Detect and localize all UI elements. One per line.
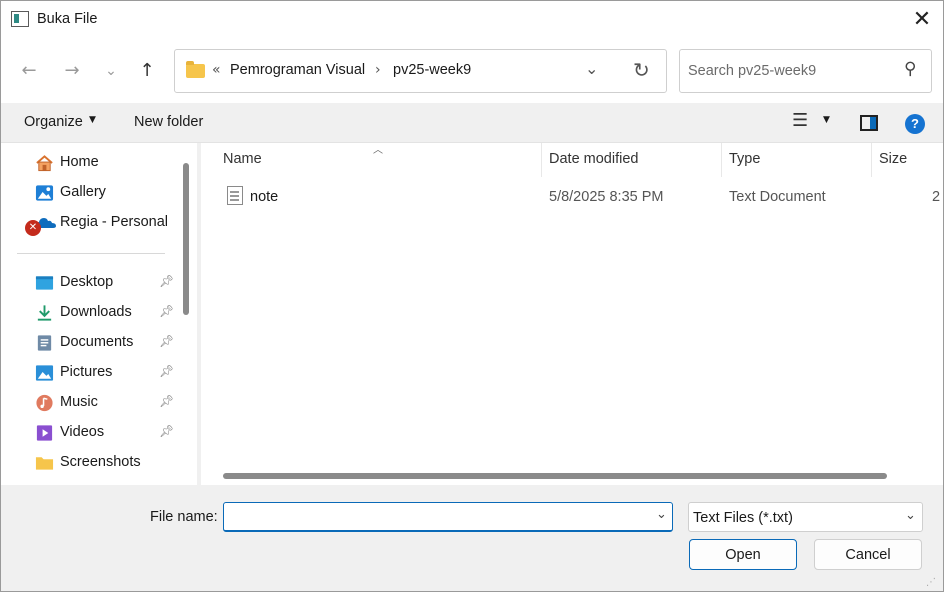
up-arrow-icon[interactable]: ↑ (133, 57, 161, 85)
sidebar-scrollbar[interactable] (183, 163, 189, 315)
new-folder-button[interactable]: New folder (134, 114, 203, 130)
sidebar-item-desktop[interactable]: Desktop 📌︎ (1, 268, 181, 298)
chevron-down-icon: ⌄ (905, 508, 916, 523)
cancel-button[interactable]: Cancel (814, 539, 922, 570)
folder-icon (35, 457, 54, 470)
navigation-bar: ← → ⌄ ↑ « Pemrograman Visual › pv25-week… (1, 39, 943, 103)
breadcrumb-item[interactable]: pv25-week9 (393, 62, 471, 78)
search-box: ⚲ (679, 49, 932, 93)
pin-icon[interactable]: 📌︎ (159, 364, 174, 378)
music-icon (36, 394, 53, 412)
title-bar: Buka File ✕ (1, 1, 943, 39)
file-date: 5/8/2025 8:35 PM (549, 189, 664, 205)
sidebar-item-label: Home (60, 154, 99, 170)
sidebar-item-label: Documents (60, 334, 134, 350)
breadcrumb-overflow-icon[interactable]: « (212, 62, 221, 78)
back-arrow-icon[interactable]: ← (15, 57, 43, 85)
sidebar-item-label: Videos (60, 424, 105, 440)
address-bar[interactable]: « Pemrograman Visual › pv25-week9 ⌄ ↻ (174, 49, 667, 93)
sidebar-item-music[interactable]: Music 📌︎ (1, 388, 181, 418)
organize-caret-icon[interactable]: ▼ (89, 115, 96, 125)
breadcrumb-item[interactable]: Pemrograman Visual (230, 62, 365, 78)
pin-icon[interactable]: 📌︎ (159, 424, 174, 438)
forward-arrow-icon[interactable]: → (58, 57, 86, 85)
window-title: Buka File (37, 11, 98, 27)
command-bar: Organize ▼ New folder ☰ ▼ ? (1, 103, 943, 143)
sort-ascending-icon: ︿ (373, 145, 383, 156)
pin-icon[interactable]: 📌︎ (159, 394, 174, 408)
address-dropdown-icon[interactable]: ⌄ (585, 59, 598, 78)
sidebar-item-label: Screenshots (60, 454, 141, 470)
sidebar-item-label: Desktop (60, 274, 114, 290)
pin-icon[interactable]: 📌︎ (159, 334, 174, 348)
app-icon (11, 11, 29, 27)
file-type-value: Text Files (*.txt) (693, 510, 793, 526)
column-divider[interactable] (541, 143, 542, 177)
videos-icon (36, 425, 53, 441)
view-list-icon[interactable]: ☰ (792, 110, 808, 131)
breadcrumb-separator-icon[interactable]: › (375, 62, 381, 78)
file-list: ︿ Name Date modified Type Size note 5/8/… (201, 143, 943, 485)
file-size: 2 (932, 189, 941, 205)
file-name-dropdown-icon[interactable]: ⌄ (656, 507, 667, 522)
sidebar-item-label: Pictures (60, 364, 113, 380)
pictures-icon (35, 365, 54, 381)
home-icon (36, 155, 53, 172)
sidebar-item-label: Gallery (60, 184, 106, 200)
column-header-date[interactable]: Date modified (549, 151, 638, 167)
sidebar-item-pictures[interactable]: Pictures 📌︎ (1, 358, 181, 388)
search-icon[interactable]: ⚲ (904, 59, 916, 79)
navigation-pane: Home Gallery ✕ Regia - Personal Desktop (1, 143, 197, 485)
file-name: note (250, 189, 279, 205)
file-name-field[interactable] (223, 502, 673, 532)
text-file-icon (227, 186, 243, 205)
help-icon[interactable]: ? (905, 114, 925, 134)
organize-button[interactable]: Organize (24, 114, 83, 130)
view-caret-icon[interactable]: ▼ (823, 115, 830, 125)
sidebar-item-gallery[interactable]: Gallery (1, 178, 181, 208)
file-type: Text Document (729, 189, 826, 205)
column-header-name[interactable]: Name (223, 151, 262, 167)
open-file-dialog: Buka File ✕ ← → ⌄ ↑ « Pemrograman Visual… (0, 0, 944, 592)
column-header-size[interactable]: Size (879, 151, 907, 167)
download-icon (37, 305, 52, 321)
documents-icon (37, 335, 52, 351)
column-header-type[interactable]: Type (729, 151, 760, 167)
sidebar-item-screenshots[interactable]: Screenshots (1, 448, 181, 478)
sidebar-item-home[interactable]: Home (1, 148, 181, 178)
close-icon[interactable]: ✕ (901, 3, 943, 37)
sidebar-item-downloads[interactable]: Downloads 📌︎ (1, 298, 181, 328)
file-type-select[interactable]: Text Files (*.txt) ⌄ (688, 502, 923, 532)
sidebar-item-videos[interactable]: Videos 📌︎ (1, 418, 181, 448)
refresh-icon[interactable]: ↻ (633, 58, 650, 82)
sidebar-item-onedrive[interactable]: ✕ Regia - Personal (1, 208, 181, 238)
sidebar-divider (17, 253, 165, 254)
table-row[interactable]: note 5/8/2025 8:35 PM Text Document 2 (201, 181, 943, 211)
sidebar-item-label: Regia - Personal (60, 214, 168, 230)
desktop-icon (35, 276, 54, 290)
pin-icon[interactable]: 📌︎ (159, 274, 174, 288)
recent-locations-chevron-icon[interactable]: ⌄ (97, 57, 125, 85)
file-name-label: File name: (150, 509, 218, 525)
gallery-icon (35, 185, 54, 201)
column-divider[interactable] (871, 143, 872, 177)
open-button[interactable]: Open (689, 539, 797, 570)
pin-icon[interactable]: 📌︎ (159, 304, 174, 318)
preview-pane-icon[interactable] (860, 115, 878, 131)
sidebar-item-label: Downloads (60, 304, 132, 320)
column-divider[interactable] (721, 143, 722, 177)
sidebar-item-documents[interactable]: Documents 📌︎ (1, 328, 181, 358)
folder-icon (186, 61, 205, 78)
resize-grip-icon[interactable]: ⋰ (926, 577, 936, 588)
error-badge-icon: ✕ (25, 220, 41, 236)
search-input[interactable] (688, 61, 898, 81)
sidebar-item-label: Music (60, 394, 98, 410)
horizontal-scrollbar[interactable] (223, 473, 887, 479)
